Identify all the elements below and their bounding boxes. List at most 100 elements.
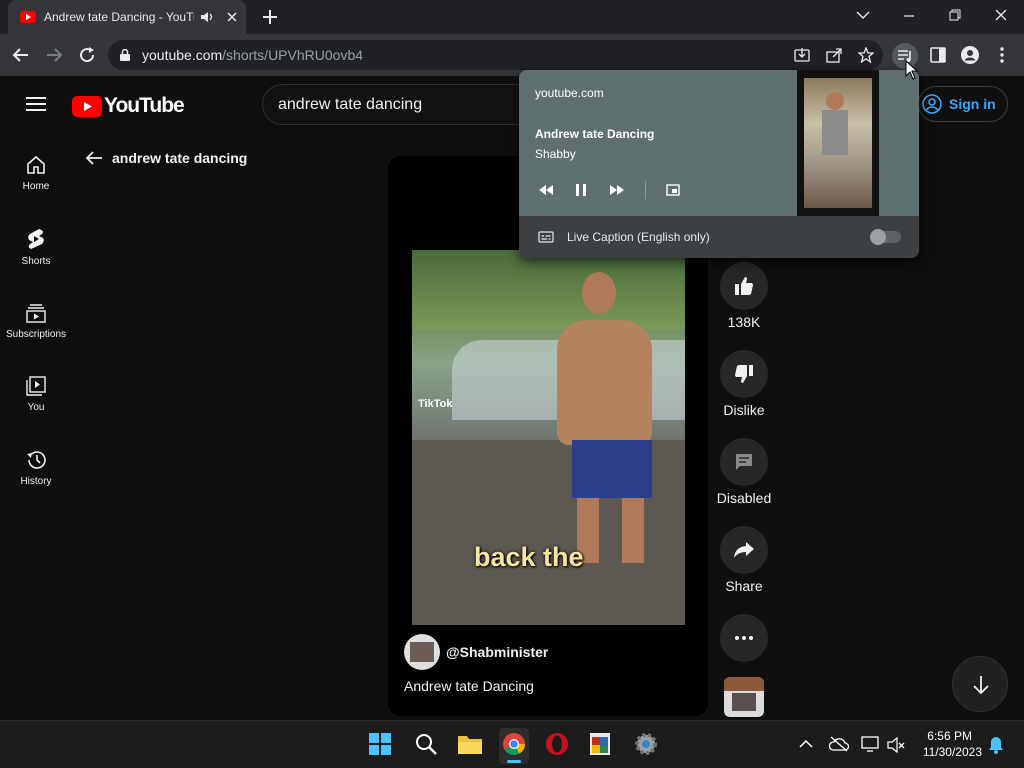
windows-start-icon[interactable]	[369, 733, 391, 755]
history-icon	[27, 451, 46, 469]
media-artwork-image	[804, 78, 872, 208]
live-caption-row: Live Caption (English only)	[519, 216, 919, 258]
new-tab-icon[interactable]	[262, 9, 278, 25]
sound-thumbnail-face	[732, 693, 756, 711]
share-button[interactable]	[720, 526, 768, 574]
url-text: youtube.com/shorts/UPVhRU0ovb4	[142, 47, 363, 65]
video-person-shorts	[572, 440, 652, 498]
like-button[interactable]	[720, 262, 768, 310]
taskbar-clock-time[interactable]: 6:56 PM	[912, 729, 972, 743]
youtube-logo-icon	[72, 95, 102, 117]
arrow-down-icon	[973, 676, 989, 695]
short-title: Andrew tate Dancing	[404, 678, 534, 694]
youtube-logo-text: YouTube	[104, 94, 185, 117]
short-video[interactable]: TikTok back the	[412, 250, 685, 625]
sidebar-item-label: You	[27, 402, 45, 413]
dislike-button[interactable]	[720, 350, 768, 398]
closed-caption-icon	[538, 231, 554, 243]
back-arrow-icon[interactable]	[12, 47, 30, 63]
sign-in-button[interactable]: Sign in	[918, 86, 1008, 122]
settings-gear-icon[interactable]	[634, 732, 658, 756]
tiktok-watermark: TikTok	[418, 398, 453, 410]
media-info-panel: youtube.com Andrew tate Dancing Shabby	[519, 70, 919, 216]
chrome-taskbar-button[interactable]	[499, 728, 529, 764]
channel-avatar[interactable]	[404, 634, 440, 670]
side-panel-icon[interactable]	[930, 47, 946, 63]
video-caption-overlay: back the	[474, 542, 584, 572]
network-display-icon[interactable]	[861, 736, 879, 752]
active-app-indicator	[507, 760, 521, 763]
avatar-pixel-art	[410, 642, 434, 662]
opera-icon[interactable]	[545, 732, 569, 756]
sidebar-item-history[interactable]: History	[0, 450, 72, 487]
install-app-icon[interactable]	[794, 47, 810, 63]
sign-in-label: Sign in	[949, 96, 996, 112]
artwork-person-body	[822, 110, 848, 155]
thumbs-down-icon	[735, 365, 753, 383]
sidebar-item-you[interactable]: You	[0, 376, 72, 413]
taskbar-clock-date[interactable]: 11/30/2023	[912, 745, 982, 759]
shorts-search-title: andrew tate dancing	[112, 150, 248, 166]
seek-backward-icon[interactable]	[539, 185, 553, 195]
bookmark-star-icon[interactable]	[858, 47, 874, 63]
comments-button[interactable]	[720, 438, 768, 486]
share-page-icon[interactable]	[826, 47, 842, 63]
url-path: /shorts/UPVhRU0ovb4	[222, 47, 364, 63]
comments-label: Disabled	[716, 490, 772, 506]
taskbar-search-icon[interactable]	[415, 733, 437, 755]
reload-icon[interactable]	[78, 46, 96, 64]
share-arrow-icon	[734, 542, 754, 558]
minimize-icon[interactable]	[903, 10, 915, 22]
sidebar-item-home[interactable]: Home	[0, 155, 72, 192]
tray-chevron-up-icon[interactable]	[799, 739, 813, 748]
media-artwork	[797, 70, 879, 216]
live-caption-toggle[interactable]	[870, 229, 901, 245]
app-icon[interactable]	[589, 732, 611, 756]
global-media-controls-popup: youtube.com Andrew tate Dancing Shabby L…	[519, 70, 919, 258]
picture-in-picture-icon[interactable]	[666, 184, 680, 196]
volume-muted-icon[interactable]	[887, 737, 905, 753]
restore-icon[interactable]	[949, 9, 961, 21]
dislike-label: Dislike	[723, 402, 765, 418]
lock-icon[interactable]	[120, 49, 130, 61]
notification-bell-icon[interactable]	[988, 736, 1004, 754]
share-label: Share	[725, 578, 763, 594]
chrome-menu-icon[interactable]	[999, 47, 1005, 63]
tab-search-chevron-icon[interactable]	[856, 10, 870, 20]
comment-icon	[736, 454, 752, 470]
hamburger-menu-icon[interactable]	[26, 97, 46, 111]
sidebar-item-subscriptions[interactable]: Subscriptions	[0, 303, 72, 340]
window-close-icon[interactable]	[995, 9, 1007, 21]
video-person-head	[582, 272, 616, 314]
profile-icon[interactable]	[961, 46, 979, 64]
media-title: Andrew tate Dancing	[535, 127, 655, 141]
channel-name[interactable]: @Shabminister	[446, 644, 548, 660]
sidebar-item-shorts[interactable]: Shorts	[0, 228, 72, 267]
tab-audio-icon[interactable]	[200, 11, 214, 23]
forward-arrow-icon[interactable]	[45, 47, 63, 63]
shorts-icon	[28, 229, 44, 249]
subscriptions-icon	[26, 304, 46, 323]
url-host: youtube.com	[142, 47, 223, 63]
live-caption-label: Live Caption (English only)	[567, 230, 710, 244]
back-arrow-icon[interactable]	[85, 150, 103, 166]
sidebar-item-label: Shorts	[21, 256, 51, 267]
more-options-button[interactable]	[720, 614, 768, 662]
tab-close-icon[interactable]	[226, 11, 238, 23]
you-icon	[26, 376, 46, 396]
address-bar[interactable]: youtube.com/shorts/UPVhRU0ovb4	[108, 40, 883, 70]
onedrive-cloud-off-icon[interactable]	[829, 736, 849, 752]
pause-icon[interactable]	[576, 184, 586, 196]
mouse-cursor-icon	[905, 60, 918, 80]
video-trees	[412, 250, 685, 330]
seek-forward-icon[interactable]	[610, 185, 624, 195]
next-short-button[interactable]	[952, 656, 1008, 712]
chrome-icon	[503, 733, 525, 755]
youtube-logo[interactable]: YouTube	[72, 94, 185, 118]
home-icon	[27, 155, 45, 174]
browser-tab[interactable]: Andrew tate Dancing - YouTube	[8, 0, 246, 34]
sound-thumbnail[interactable]	[724, 677, 764, 717]
controls-divider	[645, 181, 646, 199]
video-person-leg-right	[622, 498, 644, 563]
file-explorer-icon[interactable]	[457, 733, 483, 755]
